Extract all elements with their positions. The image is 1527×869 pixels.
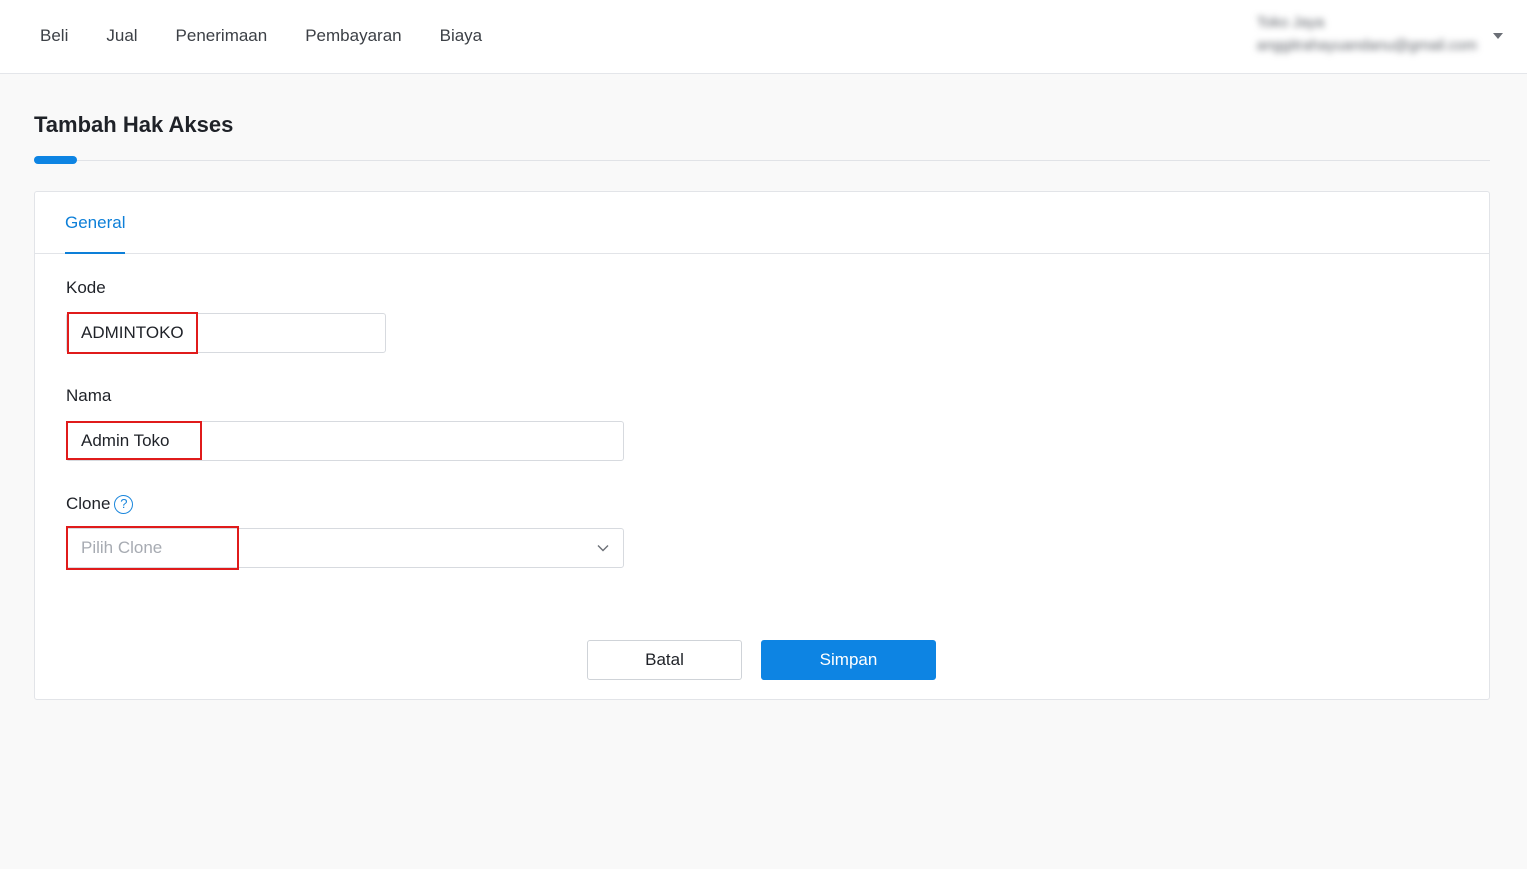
title-divider [34, 160, 1490, 161]
kode-label: Kode [66, 278, 106, 297]
main-menu: Beli Jual Penerimaan Pembayaran Biaya [40, 0, 520, 72]
top-navigation-bar: Beli Jual Penerimaan Pembayaran Biaya To… [0, 0, 1527, 74]
cancel-button[interactable]: Batal [587, 640, 742, 680]
nav-item-biaya[interactable]: Biaya [440, 26, 483, 46]
nav-item-beli[interactable]: Beli [40, 26, 68, 46]
form-card: General Kode ADMINTOKO Nama Admin Toko C… [34, 191, 1490, 700]
save-button[interactable]: Simpan [761, 640, 936, 680]
tab-bar: General [35, 192, 1489, 254]
help-icon[interactable]: ? [114, 495, 134, 514]
clone-highlight-box [66, 526, 239, 570]
clone-label: Clone? [66, 494, 134, 514]
nama-highlight-box [66, 421, 202, 460]
user-name: Toko Jaya [1256, 14, 1325, 31]
chevron-down-icon [597, 545, 609, 552]
nama-label: Nama [66, 386, 112, 405]
nav-item-jual[interactable]: Jual [106, 26, 137, 46]
tab-general[interactable]: General [65, 213, 126, 254]
caret-down-icon[interactable] [1493, 33, 1503, 39]
page-title: Tambah Hak Akses [34, 112, 234, 137]
nav-item-pembayaran[interactable]: Pembayaran [305, 26, 401, 46]
title-accent-bar [34, 156, 77, 164]
user-account-menu[interactable]: Toko Jaya anggitrahayuandanu@gmail.com [1257, 12, 1477, 58]
clone-label-text: Clone [66, 494, 111, 513]
nav-item-penerimaan[interactable]: Penerimaan [176, 26, 268, 46]
kode-highlight-box [67, 312, 198, 354]
user-email: anggitrahayuandanu@gmail.com [1256, 37, 1477, 54]
